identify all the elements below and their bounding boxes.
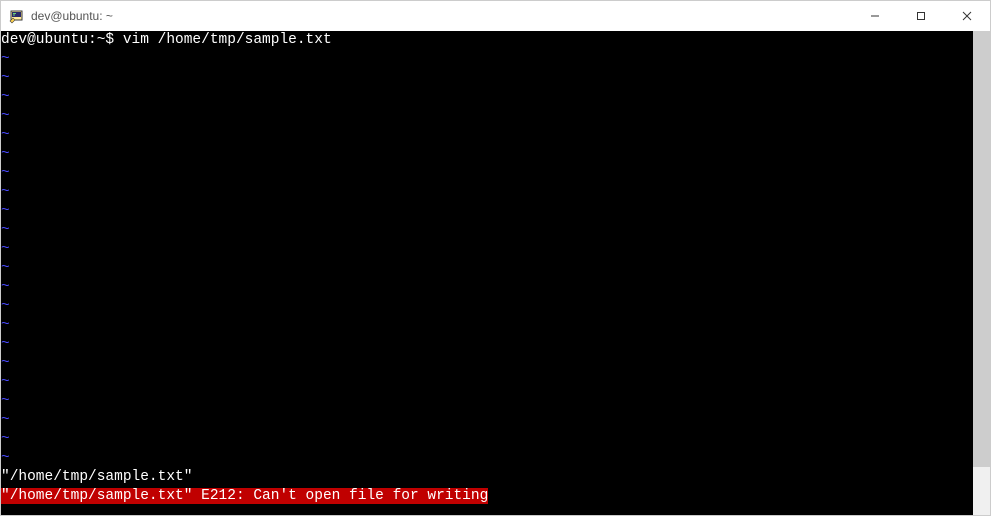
prompt-line: dev@ubuntu:~$ vim /home/tmp/sample.txt bbox=[1, 32, 332, 48]
vim-status-line: "/home/tmp/sample.txt" bbox=[1, 469, 192, 485]
window-title: dev@ubuntu: ~ bbox=[31, 9, 113, 23]
vim-tilde: ~ bbox=[1, 203, 10, 219]
window-controls bbox=[852, 1, 990, 31]
vim-tilde: ~ bbox=[1, 222, 10, 238]
vim-tilde: ~ bbox=[1, 393, 10, 409]
close-button[interactable] bbox=[944, 1, 990, 31]
vim-tilde: ~ bbox=[1, 184, 10, 200]
vim-tilde: ~ bbox=[1, 336, 10, 352]
scrollbar-thumb[interactable] bbox=[973, 31, 990, 467]
vim-tilde: ~ bbox=[1, 127, 10, 143]
vim-tilde: ~ bbox=[1, 165, 10, 181]
vertical-scrollbar[interactable] bbox=[973, 31, 990, 515]
vim-tilde: ~ bbox=[1, 355, 10, 371]
vim-tilde: ~ bbox=[1, 412, 10, 428]
vim-tilde: ~ bbox=[1, 260, 10, 276]
vim-tilde: ~ bbox=[1, 279, 10, 295]
maximize-button[interactable] bbox=[898, 1, 944, 31]
vim-tilde: ~ bbox=[1, 431, 10, 447]
vim-tilde: ~ bbox=[1, 146, 10, 162]
vim-tilde: ~ bbox=[1, 450, 10, 466]
vim-tilde: ~ bbox=[1, 241, 10, 257]
vim-tilde: ~ bbox=[1, 317, 10, 333]
scrollbar-track bbox=[973, 31, 990, 515]
vim-tilde: ~ bbox=[1, 108, 10, 124]
terminal-content[interactable]: dev@ubuntu:~$ vim /home/tmp/sample.txt ~… bbox=[1, 31, 973, 515]
vim-error-line: "/home/tmp/sample.txt" E212: Can't open … bbox=[1, 488, 488, 504]
vim-tilde: ~ bbox=[1, 374, 10, 390]
vim-tilde: ~ bbox=[1, 89, 10, 105]
terminal-area: dev@ubuntu:~$ vim /home/tmp/sample.txt ~… bbox=[1, 31, 990, 515]
minimize-button[interactable] bbox=[852, 1, 898, 31]
putty-icon bbox=[9, 8, 25, 24]
vim-tilde: ~ bbox=[1, 51, 10, 67]
vim-tilde: ~ bbox=[1, 70, 10, 86]
putty-window: dev@ubuntu: ~ dev@ubuntu:~$ vim /home/tm… bbox=[0, 0, 991, 516]
titlebar[interactable]: dev@ubuntu: ~ bbox=[1, 1, 990, 31]
vim-tilde: ~ bbox=[1, 298, 10, 314]
